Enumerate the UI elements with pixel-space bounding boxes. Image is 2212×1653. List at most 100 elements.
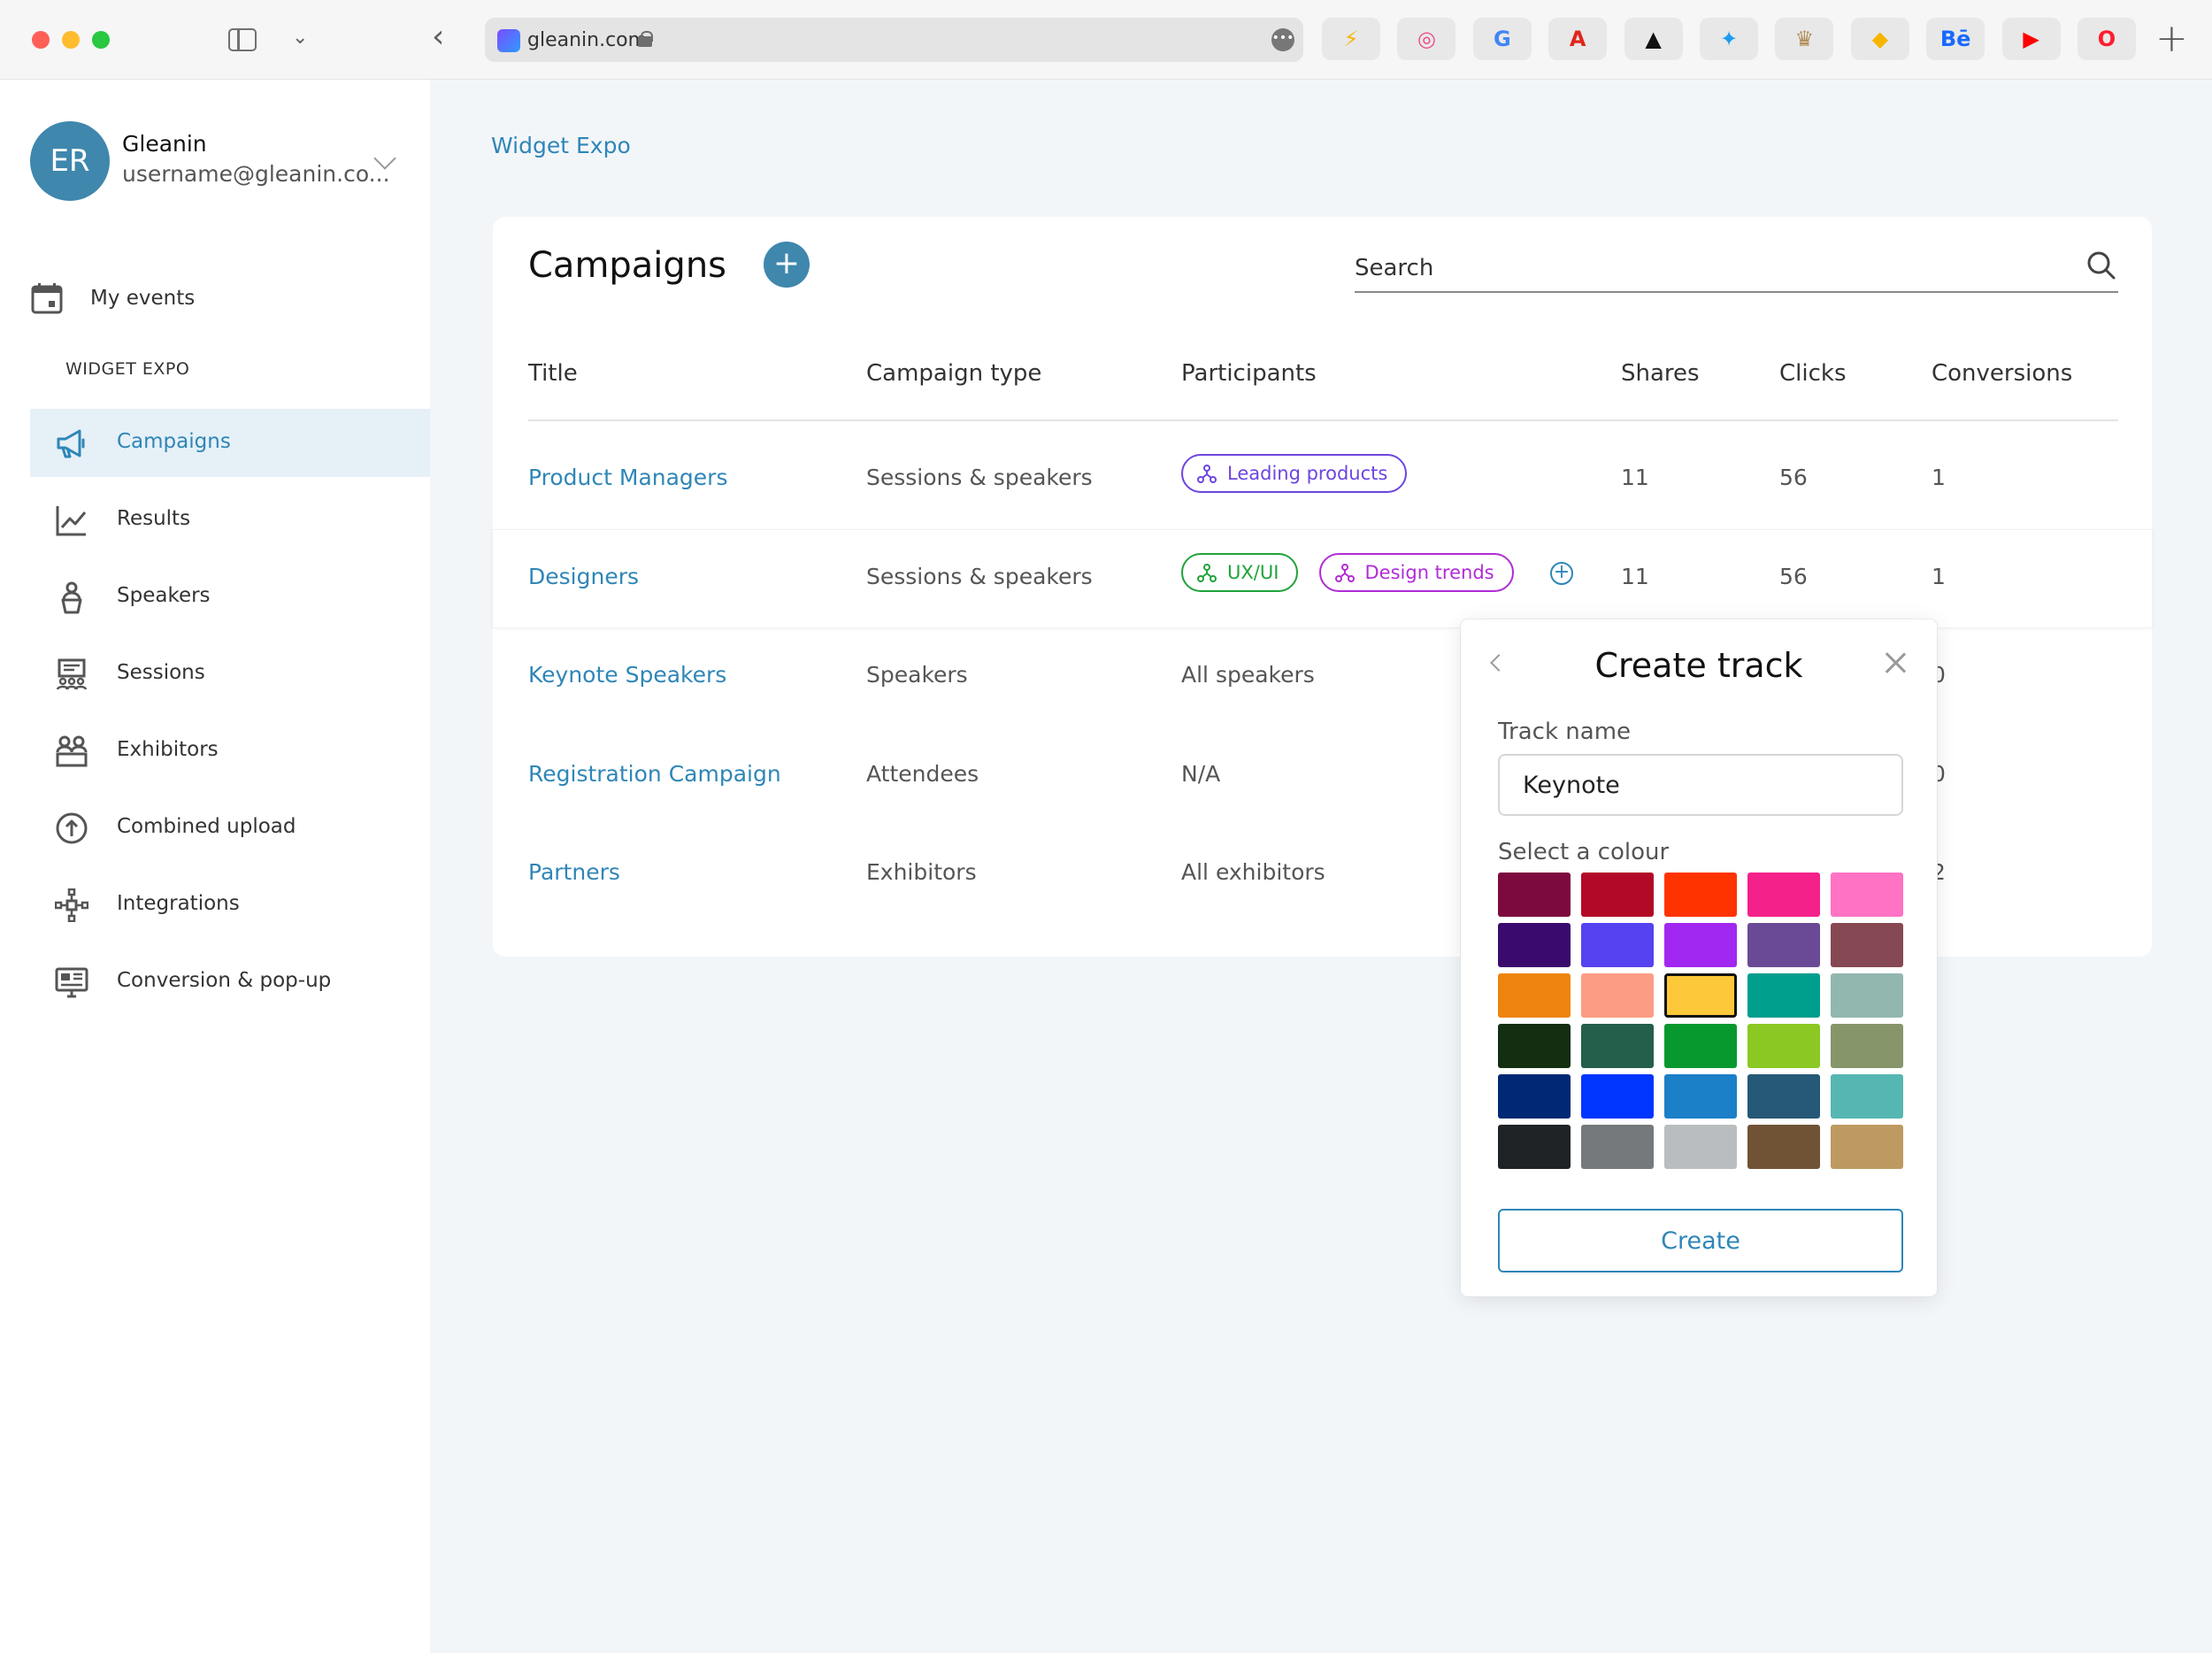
colour-swatch[interactable] bbox=[1747, 923, 1820, 967]
close-icon[interactable] bbox=[1884, 651, 1907, 674]
participants-text: N/A bbox=[1181, 760, 1221, 787]
address-bar[interactable]: gleanin.com ••• bbox=[485, 18, 1303, 62]
colour-swatch[interactable] bbox=[1581, 923, 1654, 967]
upload-circle-icon bbox=[56, 812, 88, 844]
bookmark-adobe-icon[interactable]: A bbox=[1548, 18, 1608, 60]
account-name: Gleanin bbox=[122, 131, 207, 157]
colour-swatch[interactable] bbox=[1747, 973, 1820, 1018]
search-box bbox=[1355, 242, 2118, 293]
colour-swatch[interactable] bbox=[1498, 923, 1571, 967]
colour-swatch[interactable] bbox=[1664, 1024, 1737, 1068]
colour-swatch[interactable] bbox=[1747, 873, 1820, 917]
colour-swatch[interactable] bbox=[1831, 973, 1903, 1018]
window-zoom-button[interactable] bbox=[92, 31, 110, 49]
megaphone-icon bbox=[57, 429, 85, 458]
sidebar-item-exhibitors[interactable]: Exhibitors bbox=[30, 717, 430, 785]
bookmark-spark-icon[interactable]: ⚡ bbox=[1322, 18, 1380, 60]
sidebar-item-label: Combined upload bbox=[117, 815, 296, 838]
colour-swatch[interactable] bbox=[1581, 1125, 1654, 1169]
table-row[interactable]: Product Managers Sessions & speakers Leadi… bbox=[493, 431, 2152, 528]
colour-swatch[interactable] bbox=[1831, 1024, 1903, 1068]
back-arrow-icon[interactable]: ‹ bbox=[432, 21, 444, 53]
campaign-title-link[interactable]: Keynote Speakers bbox=[528, 662, 726, 688]
sidebar-item-combined-upload[interactable]: Combined upload bbox=[30, 794, 430, 862]
bookmark-adidas-icon[interactable]: ▲ bbox=[1624, 18, 1683, 60]
column-header-participants[interactable]: Participants bbox=[1181, 360, 1317, 387]
window-close-button[interactable] bbox=[32, 31, 50, 49]
colour-swatch[interactable] bbox=[1498, 1125, 1571, 1169]
colour-swatch[interactable] bbox=[1581, 973, 1654, 1018]
campaign-type: Exhibitors bbox=[866, 859, 977, 885]
sidebar-item-sessions[interactable]: Sessions bbox=[30, 640, 430, 708]
more-options-icon[interactable]: ••• bbox=[1271, 28, 1294, 51]
search-input[interactable] bbox=[1355, 250, 2045, 286]
sidebar-item-results[interactable]: Results bbox=[30, 486, 430, 554]
sidebar-item-integrations[interactable]: Integrations bbox=[30, 871, 430, 939]
campaign-title-link[interactable]: Designers bbox=[528, 564, 639, 589]
column-header-campaign-type[interactable]: Campaign type bbox=[866, 360, 1041, 387]
bookmark-sketch-icon[interactable]: ◆ bbox=[1850, 18, 1909, 60]
column-header-clicks[interactable]: Clicks bbox=[1779, 360, 1847, 387]
colour-swatch[interactable] bbox=[1831, 873, 1903, 917]
my-events-link[interactable]: My events bbox=[30, 281, 195, 317]
bookmark-youtube-icon[interactable]: ▶ bbox=[2001, 18, 2061, 60]
sidebar: ER Gleanin username@gleanin.co... My eve… bbox=[0, 80, 430, 1653]
colour-swatch[interactable] bbox=[1498, 873, 1571, 917]
sidebar-item-speakers[interactable]: Speakers bbox=[30, 563, 430, 631]
breadcrumb[interactable]: Widget Expo bbox=[491, 133, 631, 158]
track-name-input[interactable] bbox=[1498, 754, 1903, 816]
page-title: Campaigns bbox=[528, 245, 727, 286]
colour-swatch[interactable] bbox=[1498, 973, 1571, 1018]
window-minimize-button[interactable] bbox=[62, 31, 80, 49]
colour-swatch[interactable] bbox=[1747, 1074, 1820, 1119]
add-campaign-button[interactable]: + bbox=[764, 242, 810, 288]
chevron-down-icon[interactable]: ⌄ bbox=[292, 27, 308, 49]
sidebar-item-label: Conversion & pop-up bbox=[117, 969, 332, 992]
add-track-plus-icon[interactable]: + bbox=[1550, 561, 1573, 585]
campaign-title-link[interactable]: Product Managers bbox=[528, 465, 727, 490]
colour-swatch[interactable] bbox=[1664, 923, 1737, 967]
colour-swatch[interactable] bbox=[1664, 1125, 1737, 1169]
table-row[interactable]: Designers Sessions & speakers UX/UI Design … bbox=[493, 529, 2152, 627]
colour-swatch[interactable] bbox=[1664, 973, 1737, 1018]
sidebar-toggle-icon[interactable] bbox=[228, 28, 257, 51]
colour-swatch[interactable] bbox=[1498, 1024, 1571, 1068]
colour-swatch[interactable] bbox=[1831, 1074, 1903, 1119]
colour-swatch[interactable] bbox=[1581, 1074, 1654, 1119]
colour-swatch[interactable] bbox=[1498, 1074, 1571, 1119]
colour-swatch[interactable] bbox=[1831, 923, 1903, 967]
colour-swatch[interactable] bbox=[1581, 1024, 1654, 1068]
sidebar-item-campaigns[interactable]: Campaigns bbox=[30, 409, 430, 477]
campaign-title-link[interactable]: Partners bbox=[528, 859, 620, 885]
avatar[interactable]: ER bbox=[30, 121, 110, 201]
column-header-conversions[interactable]: Conversions bbox=[1932, 360, 2072, 387]
colour-swatch[interactable] bbox=[1747, 1125, 1820, 1169]
sidebar-item-conversion-popup[interactable]: Conversion & pop-up bbox=[30, 948, 430, 1016]
sidebar-item-label: Sessions bbox=[117, 661, 205, 684]
participant-track-chip[interactable]: Leading products bbox=[1181, 454, 1408, 493]
campaign-type: Speakers bbox=[866, 662, 968, 688]
new-tab-plus-icon[interactable]: + bbox=[2155, 18, 2188, 60]
account-email: username@gleanin.co... bbox=[122, 161, 390, 187]
column-header-shares[interactable]: Shares bbox=[1621, 360, 1700, 387]
colour-swatch[interactable] bbox=[1581, 873, 1654, 917]
bookmark-twitter-icon[interactable]: ✦ bbox=[1700, 18, 1758, 60]
search-icon[interactable] bbox=[2086, 250, 2116, 281]
chip-label: Design trends bbox=[1364, 561, 1494, 583]
participant-track-chip[interactable]: UX/UI bbox=[1181, 552, 1299, 592]
bookmark-opera-icon[interactable]: O bbox=[2078, 18, 2136, 60]
colour-swatch[interactable] bbox=[1664, 1074, 1737, 1119]
campaign-title-link[interactable]: Registration Campaign bbox=[528, 761, 781, 787]
colour-swatch[interactable] bbox=[1664, 873, 1737, 917]
colour-swatch[interactable] bbox=[1831, 1125, 1903, 1169]
popup-monitor-icon bbox=[55, 967, 88, 998]
column-header-title[interactable]: Title bbox=[528, 360, 578, 387]
bookmark-dribbble-icon[interactable]: ◎ bbox=[1397, 18, 1456, 60]
colour-swatch[interactable] bbox=[1747, 1024, 1820, 1068]
bookmark-google-icon[interactable]: G bbox=[1472, 18, 1532, 60]
speaker-podium-icon bbox=[61, 581, 82, 614]
bookmark-crown-icon[interactable]: ♛ bbox=[1775, 18, 1834, 60]
participant-track-chip[interactable]: Design trends bbox=[1318, 552, 1514, 592]
bookmark-behance-icon[interactable]: Bē bbox=[1926, 18, 1985, 60]
create-track-button[interactable]: Create bbox=[1498, 1209, 1903, 1272]
